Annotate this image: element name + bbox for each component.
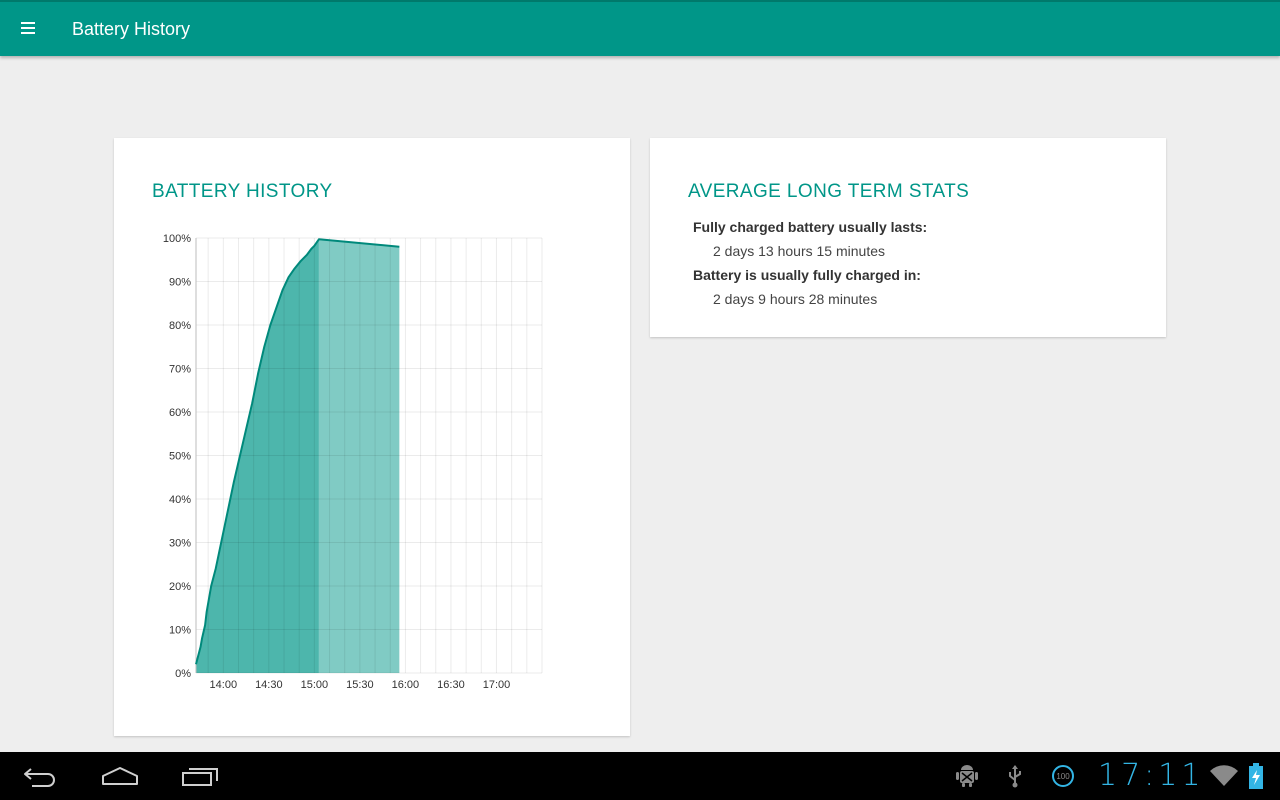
x-tick-label: 16:30 <box>437 679 465 691</box>
y-tick-label: 80% <box>169 320 191 332</box>
android-debug-icon <box>955 762 979 790</box>
x-tick-label: 15:30 <box>346 679 374 691</box>
system-nav-bar: 100 17:11 <box>0 752 1280 800</box>
home-icon[interactable] <box>88 752 152 800</box>
projected-area <box>318 239 400 673</box>
full-charge-lasts-value: 2 days 13 hours 15 minutes <box>713 243 885 259</box>
battery-history-card: BATTERY HISTORY 0% 10% 20% 30% 40% 50% 60% 70% 8… <box>114 138 630 736</box>
y-tick-label: 20% <box>169 581 191 593</box>
x-tick-label: 17:00 <box>483 679 511 691</box>
y-tick-label: 50% <box>169 451 191 463</box>
hamburger-menu-icon[interactable] <box>14 14 42 42</box>
clock: 17:11 <box>1098 758 1205 793</box>
recent-apps-icon[interactable] <box>168 752 232 800</box>
measured-area <box>196 239 319 673</box>
x-tick-label: 15:00 <box>301 679 329 691</box>
x-tick-label: 16:00 <box>392 679 420 691</box>
y-tick-label: 10% <box>169 625 191 637</box>
battery-charging-icon <box>1246 762 1266 790</box>
x-tick-label: 14:00 <box>210 679 238 691</box>
y-tick-label: 0% <box>175 668 191 680</box>
y-tick-label: 40% <box>169 494 191 506</box>
y-tick-label: 30% <box>169 538 191 550</box>
x-tick-label: 14:30 <box>255 679 283 691</box>
charge-time-label: Battery is usually fully charged in: <box>693 267 921 283</box>
battery-history-chart: 0% 10% 20% 30% 40% 50% 60% 70% 80% 90% 100% 14:00 14… <box>163 233 543 691</box>
charge-time-value: 2 days 9 hours 28 minutes <box>713 291 878 307</box>
battery-notification-value: 100 <box>1056 772 1070 781</box>
long-term-stats-card: AVERAGE LONG TERM STATS Fully charged ba… <box>650 138 1166 337</box>
page-title: Battery History <box>72 19 191 39</box>
y-tick-label: 60% <box>169 407 191 419</box>
long-term-stats-title: AVERAGE LONG TERM STATS <box>688 181 970 202</box>
y-tick-label: 90% <box>169 277 191 289</box>
y-tick-label: 70% <box>169 364 191 376</box>
back-icon[interactable] <box>8 752 72 800</box>
y-tick-label: 100% <box>163 233 191 245</box>
full-charge-lasts-label: Fully charged battery usually lasts: <box>693 219 928 235</box>
app-bar-top-line <box>0 0 1280 2</box>
app-bar: Battery History <box>0 0 1280 56</box>
usb-icon <box>1005 762 1025 790</box>
wifi-icon <box>1208 762 1240 790</box>
battery-100-notification-icon: 100 <box>1050 762 1076 790</box>
